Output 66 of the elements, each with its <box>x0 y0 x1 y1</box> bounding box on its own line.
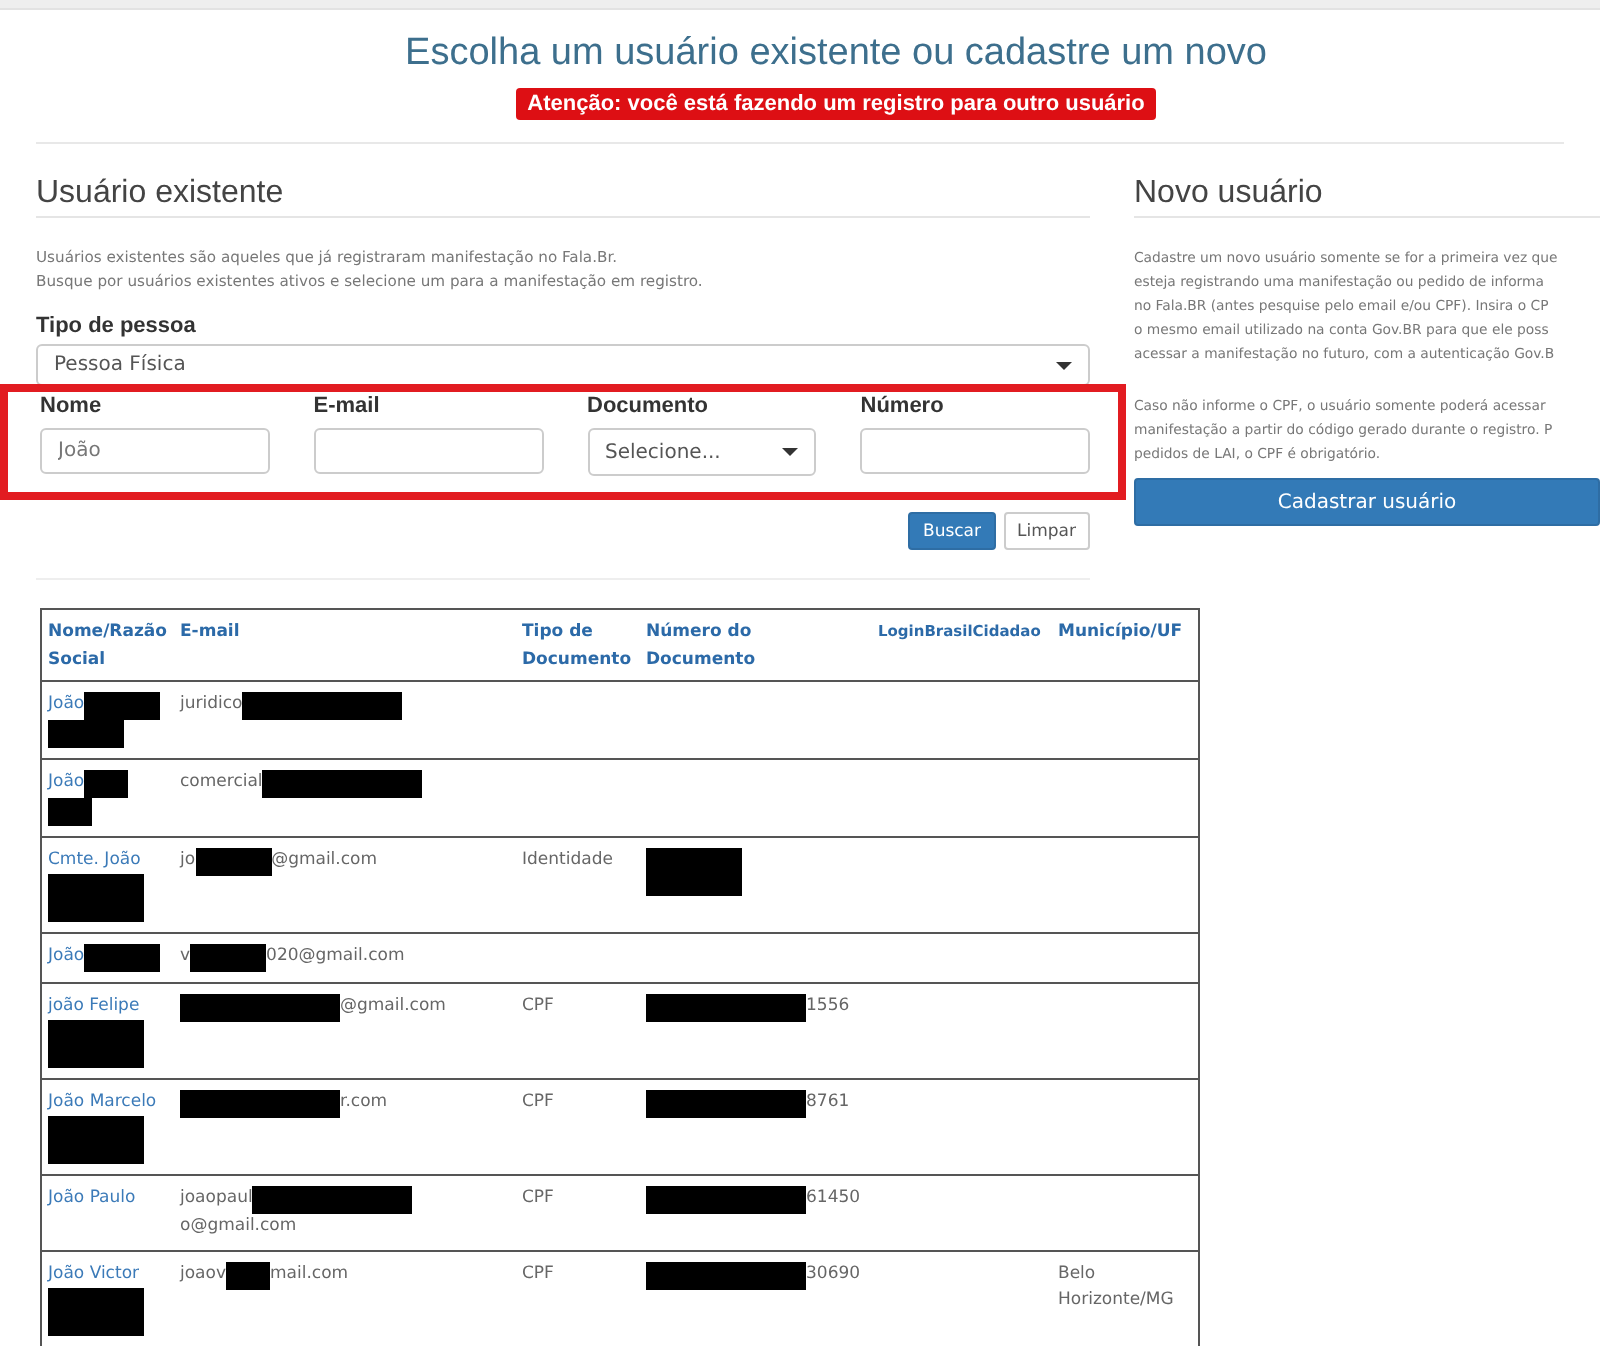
table-cell: v <box>180 946 191 966</box>
redaction-block <box>84 692 161 720</box>
user-name-link[interactable]: joão Felipe <box>48 996 140 1016</box>
table-cell: CPF <box>522 1264 554 1284</box>
user-name-link[interactable]: João Marcelo <box>48 1092 157 1112</box>
user-name-link[interactable]: Cmte. João <box>48 850 141 870</box>
alert-banner: Atenção: você está fazendo um registro para outro usuário <box>515 88 1157 120</box>
table-cell: CPF <box>522 1188 554 1208</box>
table-cell: comercial <box>180 772 263 792</box>
table-cell: joaopaul <box>180 1188 253 1208</box>
column-header: E-mail <box>174 609 516 681</box>
redaction-block <box>48 874 144 922</box>
section-heading: Usuário existente <box>36 176 1090 218</box>
redaction-block <box>190 944 267 972</box>
user-name-link[interactable]: João <box>48 772 85 792</box>
table-cell: Identidade <box>522 850 613 870</box>
redaction-block <box>226 1262 271 1290</box>
table-cell: CPF <box>522 996 554 1016</box>
table-cell: juridico <box>180 694 243 714</box>
table-cell: joaov <box>180 1264 227 1284</box>
column-header: Nome/Razão Social <box>41 609 174 681</box>
register-user-button[interactable]: Cadastrar usuário <box>1134 478 1600 526</box>
table-cell: @gmail.com <box>271 850 378 870</box>
redaction-block <box>646 848 742 896</box>
table-cell: jo <box>180 850 196 870</box>
page-title: Escolha um usuário existente ou cadastre um novo <box>405 32 1267 76</box>
field-label: Número <box>860 394 946 420</box>
field-label: Tipo de pessoa <box>36 314 198 340</box>
user-name-link[interactable]: João <box>48 694 85 714</box>
redaction-block <box>48 1288 144 1336</box>
field-label: Nome <box>40 394 104 420</box>
field-label: Documento <box>587 394 710 420</box>
redaction-block <box>48 1020 144 1068</box>
table-cell: 61450 <box>806 1188 861 1208</box>
table-cell: 30690 <box>806 1264 861 1284</box>
redaction-block <box>48 1116 144 1164</box>
redaction-block <box>195 848 272 876</box>
caret-icon <box>782 448 799 456</box>
person-type-select[interactable]: Pessoa Física <box>36 344 1090 386</box>
redaction-block <box>84 944 161 972</box>
redaction-block <box>48 798 92 826</box>
clear-button[interactable]: Limpar <box>1003 512 1090 550</box>
table-cell: mail.com <box>270 1264 349 1284</box>
column-header: Número do Documento <box>640 609 872 681</box>
input-field[interactable] <box>860 428 1090 474</box>
user-name-link[interactable]: João <box>48 946 85 966</box>
table-cell: 020@gmail.com <box>266 946 405 966</box>
table-cell: Belo Horizonte/MG <box>1058 1264 1174 1310</box>
table-cell: CPF <box>522 1092 554 1112</box>
caret-icon <box>1056 361 1072 369</box>
redaction-block <box>84 770 129 798</box>
table-cell: 1556 <box>806 996 850 1016</box>
table-cell: 8761 <box>806 1092 850 1112</box>
table-cell: @gmail.com <box>340 996 446 1016</box>
input-field[interactable] <box>313 428 543 474</box>
user-name-link[interactable]: João Victor <box>48 1264 140 1284</box>
column-header: Município/UF <box>1052 609 1199 681</box>
user-name-link[interactable]: João Paulo <box>48 1188 136 1208</box>
table-cell: o@gmail.com <box>180 1216 297 1236</box>
search-button[interactable]: Buscar <box>908 512 996 550</box>
column-header: Tipo de Documento <box>516 609 640 681</box>
table-cell: r.com <box>340 1092 388 1112</box>
redaction-block <box>48 720 124 748</box>
field-label: E-mail <box>313 394 382 420</box>
document-select[interactable]: Selecione... <box>587 428 817 476</box>
section-heading: Novo usuário <box>1134 176 1600 218</box>
